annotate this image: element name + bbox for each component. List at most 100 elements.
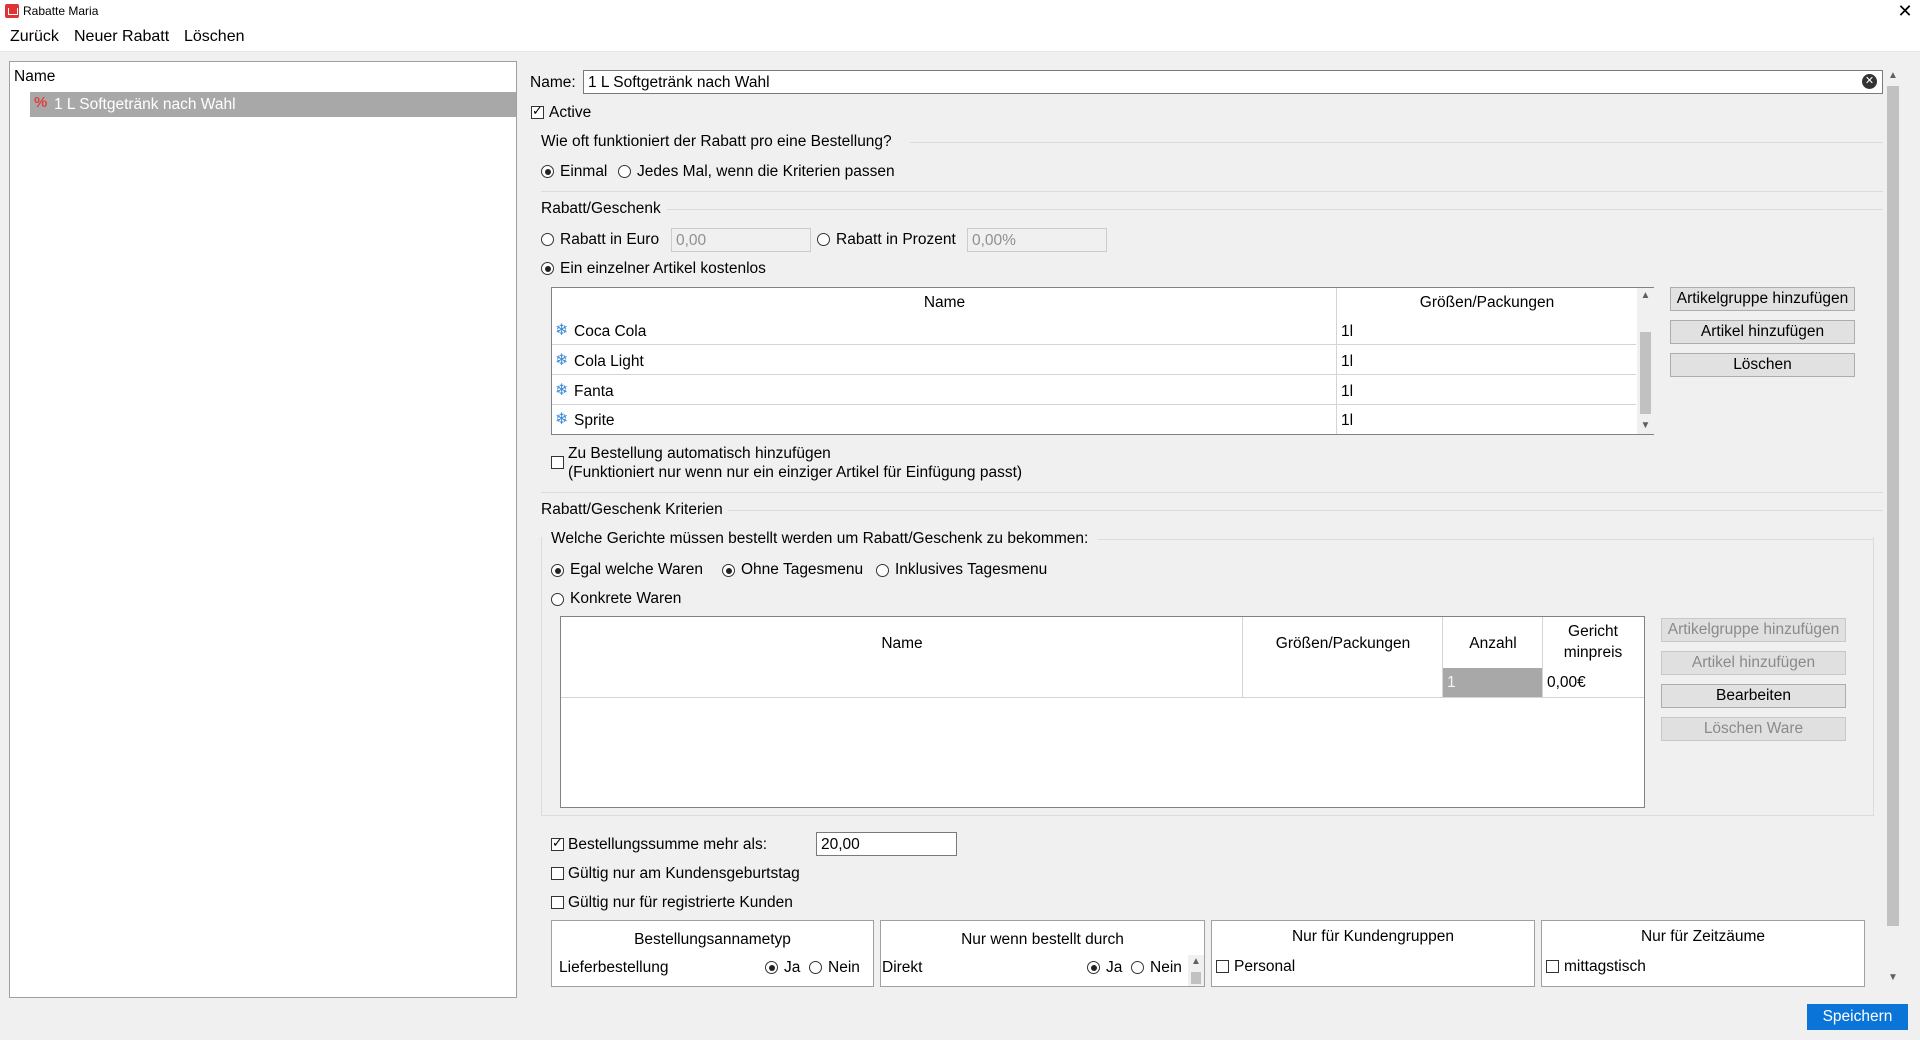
menu-back[interactable]: Zurück	[10, 28, 59, 46]
customer-groups-title: Nur für Kundengruppen	[1291, 928, 1454, 945]
table-row[interactable]: ❄ Fanta 1l	[552, 378, 1636, 404]
add-item-button[interactable]: Artikel hinzufügen	[1670, 320, 1855, 344]
order-type-panel: Bestellungsannametyp Lieferbestellung Ja…	[551, 920, 874, 987]
discount-euro-value: 0,00	[676, 232, 707, 249]
count-cell[interactable]: 1	[1443, 668, 1542, 697]
discount-percent-label: Rabatt in Prozent	[836, 231, 956, 248]
time-ranges-title: Nur für Zeitzäume	[1640, 928, 1766, 945]
row-divider	[561, 697, 1644, 698]
name-input[interactable]: 1 L Softgetränk nach Wahl	[583, 70, 1883, 94]
app-icon	[5, 4, 19, 18]
discount-percent-radio[interactable]	[817, 233, 830, 246]
panel-scrollbar[interactable]: ▲	[1188, 955, 1204, 986]
discount-percent-value: 0,00%	[972, 232, 1016, 249]
no-daily-menu-radio[interactable]	[722, 564, 735, 577]
customer-groups-panel: Nur für Kundengruppen Personal	[1211, 920, 1535, 987]
close-icon[interactable]: ✕	[1890, 0, 1920, 24]
discount-group-line	[667, 209, 1883, 210]
scroll-down-icon[interactable]: ▼	[1884, 972, 1902, 983]
item-size: 1l	[1341, 323, 1354, 340]
divider	[541, 191, 1883, 192]
criteria-table: Name Größen/Packungen Anzahl Gericht min…	[560, 616, 1645, 808]
incl-daily-menu-radio[interactable]	[876, 564, 889, 577]
order-sum-label: Bestellungssumme mehr als:	[568, 836, 767, 853]
clear-icon[interactable]: ✕	[1862, 74, 1877, 89]
customer-group-checkbox[interactable]	[1216, 960, 1229, 973]
item-name: Coca Cola	[574, 323, 647, 340]
registered-label: Gültig nur für registrierte Kunden	[568, 894, 793, 911]
auto-add-checkbox[interactable]	[551, 456, 564, 469]
criteria-title: Rabatt/Geschenk Kriterien	[541, 501, 723, 518]
specific-goods-radio[interactable]	[551, 593, 564, 606]
table-row[interactable]: ❄ Sprite 1l	[552, 408, 1636, 434]
time-range-label: mittagstisch	[1564, 958, 1646, 975]
criteria-delete-goods-button[interactable]: Löschen Ware	[1661, 717, 1846, 741]
frequency-once-radio[interactable]	[541, 165, 554, 178]
save-button[interactable]: Speichern	[1807, 1004, 1908, 1030]
discount-free-item-radio[interactable]	[541, 262, 554, 275]
ordered-by-row-label: Direkt	[882, 959, 923, 976]
discount-euro-input[interactable]: 0,00	[671, 228, 811, 252]
scroll-thumb[interactable]	[1640, 332, 1651, 414]
criteria-add-group-button[interactable]: Artikelgruppe hinzufügen	[1661, 618, 1846, 642]
name-label: Name:	[530, 74, 576, 91]
scroll-thumb[interactable]	[1191, 972, 1201, 984]
discount-euro-radio[interactable]	[541, 233, 554, 246]
table-row[interactable]: ❄ Coca Cola 1l	[552, 318, 1636, 344]
order-type-no-radio[interactable]	[809, 961, 822, 974]
any-goods-radio[interactable]	[551, 564, 564, 577]
delete-item-button[interactable]: Löschen	[1670, 353, 1855, 377]
time-range-checkbox[interactable]	[1546, 960, 1559, 973]
menu-bar: Zurück Neuer Rabatt Löschen	[0, 24, 1920, 52]
ordered-by-panel: Nur wenn bestellt durch Direkt Ja Nein ▲	[880, 920, 1205, 987]
order-sum-checkbox[interactable]	[551, 835, 564, 851]
snowflake-icon: ❄	[555, 352, 569, 369]
item-name: Sprite	[574, 412, 615, 429]
percent-icon: %	[34, 94, 48, 111]
scroll-down-icon[interactable]: ▼	[1637, 420, 1654, 431]
discount-euro-label: Rabatt in Euro	[560, 231, 660, 248]
order-type-title: Bestellungsannametyp	[634, 931, 791, 948]
birthday-label: Gültig nur am Kundensgeburtstag	[568, 865, 800, 882]
menu-new-discount[interactable]: Neuer Rabatt	[74, 28, 169, 46]
criteria-edit-button[interactable]: Bearbeiten	[1661, 684, 1846, 708]
add-group-button[interactable]: Artikelgruppe hinzufügen	[1670, 287, 1855, 311]
customer-group-label: Personal	[1234, 958, 1296, 975]
title-bar: Rabatte Maria ✕	[0, 0, 1920, 24]
scroll-thumb[interactable]	[1887, 86, 1899, 926]
snowflake-icon: ❄	[555, 382, 569, 399]
scroll-up-icon[interactable]: ▲	[1188, 956, 1204, 967]
criteria-add-item-button[interactable]: Artikel hinzufügen	[1661, 651, 1846, 675]
frequency-once-label: Einmal	[560, 163, 608, 180]
scroll-up-icon[interactable]: ▲	[1884, 70, 1902, 81]
column-divider	[1542, 617, 1543, 697]
frequency-every-radio[interactable]	[618, 165, 631, 178]
discount-list: Name % 1 L Softgetränk nach Wahl	[9, 61, 517, 998]
snowflake-icon: ❄	[555, 322, 569, 339]
no-daily-menu-label: Ohne Tagesmenu	[741, 561, 864, 578]
frequency-every-label: Jedes Mal, wenn die Kriterien passen	[637, 163, 895, 180]
scroll-up-icon[interactable]: ▲	[1637, 290, 1654, 301]
menu-delete[interactable]: Löschen	[184, 28, 245, 46]
list-item[interactable]: % 1 L Softgetränk nach Wahl	[30, 92, 516, 117]
registered-checkbox[interactable]	[551, 896, 564, 909]
order-type-yes-radio[interactable]	[765, 961, 778, 974]
discount-percent-input[interactable]: 0,00%	[967, 228, 1107, 252]
ordered-by-yes-radio[interactable]	[1087, 961, 1100, 974]
discount-title: Rabatt/Geschenk	[541, 200, 661, 217]
table-row[interactable]: ❄ Cola Light 1l	[552, 348, 1636, 374]
ordered-by-no-radio[interactable]	[1131, 961, 1144, 974]
active-checkbox[interactable]	[531, 103, 544, 119]
column-header-minprice: Gericht	[1568, 623, 1618, 640]
list-header: Name	[14, 68, 56, 85]
table-scrollbar[interactable]: ▲ ▼	[1637, 288, 1654, 434]
incl-daily-menu-label: Inklusives Tagesmenu	[895, 561, 1048, 578]
order-type-no-label: Nein	[828, 959, 860, 976]
name-input-value: 1 L Softgetränk nach Wahl	[588, 74, 770, 91]
frequency-group-line	[910, 142, 1883, 143]
birthday-checkbox[interactable]	[551, 867, 564, 880]
main-scrollbar[interactable]: ▲ ▼	[1884, 66, 1902, 989]
item-size: 1l	[1341, 412, 1354, 429]
order-sum-input[interactable]: 20,00	[816, 832, 957, 856]
column-header-size: Größen/Packungen	[1419, 294, 1555, 311]
